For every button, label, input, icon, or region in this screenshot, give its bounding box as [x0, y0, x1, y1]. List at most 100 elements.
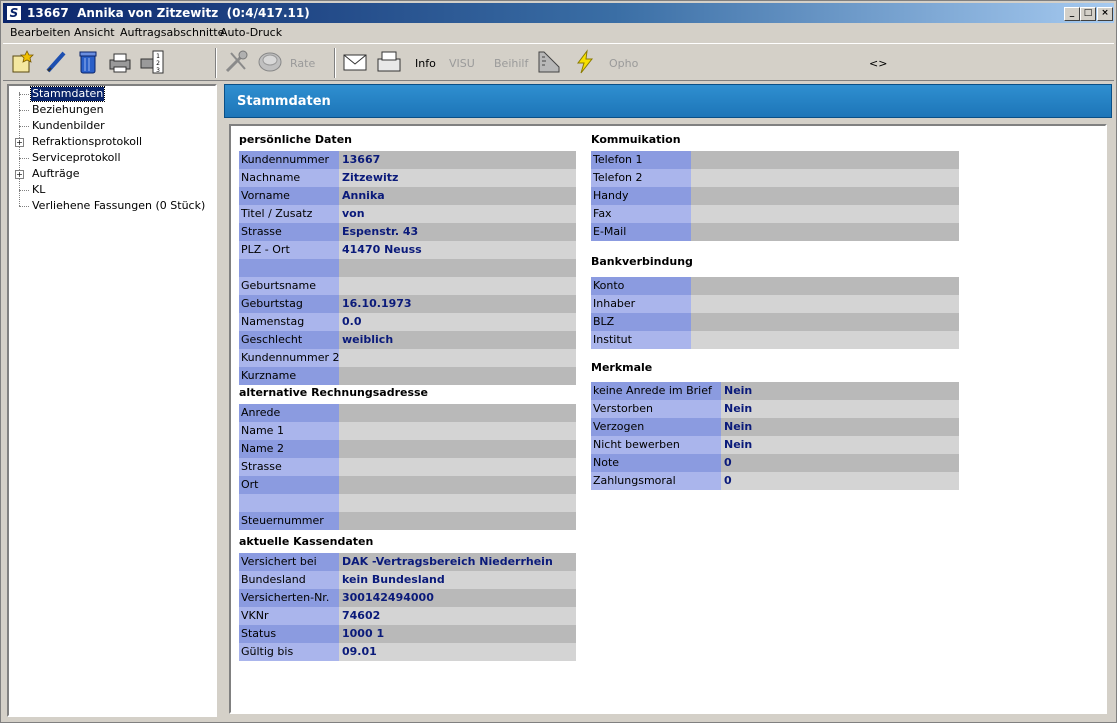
billing-field-value[interactable] [339, 512, 576, 530]
expand-plus-icon[interactable]: + [15, 170, 24, 179]
tree-item-refraktionsprotokoll[interactable]: Refraktionsprotokoll [31, 135, 143, 149]
tree-item-beziehungen[interactable]: Beziehungen [31, 103, 105, 117]
personal-row: PLZ - Ort 41470 Neuss [239, 241, 576, 259]
insurance-field-value[interactable]: 74602 [339, 607, 576, 625]
billing-field-label: Name 1 [239, 422, 339, 440]
billing-field-value[interactable] [339, 422, 576, 440]
fax-icon[interactable] [376, 49, 402, 75]
billing-field-value[interactable] [339, 458, 576, 476]
features-row: Nicht bewerben Nein [591, 436, 959, 454]
communication-field-value[interactable] [691, 223, 959, 241]
tree-item-kundenbilder[interactable]: Kundenbilder [31, 119, 106, 133]
billing-field-value[interactable] [339, 404, 576, 422]
personal-field-value[interactable] [339, 277, 576, 295]
personal-field-value[interactable]: 16.10.1973 [339, 295, 576, 313]
personal-field-label: Kundennummer 2 [239, 349, 339, 367]
nav-arrows-button[interactable]: <> [869, 57, 887, 70]
rate-button[interactable]: Rate [290, 57, 315, 70]
personal-field-value[interactable] [339, 367, 576, 385]
tree-item-stammdaten[interactable]: Stammdaten [29, 86, 106, 102]
features-field-value[interactable]: Nein [721, 400, 959, 418]
personal-field-value[interactable]: 0.0 [339, 313, 576, 331]
features-field-value[interactable]: Nein [721, 418, 959, 436]
insurance-field-value[interactable]: 300142494000 [339, 589, 576, 607]
menu-ansicht[interactable]: Ansicht [74, 26, 115, 39]
rate-coins-icon[interactable] [257, 49, 283, 75]
personal-field-value[interactable] [339, 349, 576, 367]
expand-plus-icon[interactable]: + [15, 138, 24, 147]
tree-item-verliehene-fassungen[interactable]: Verliehene Fassungen (0 Stück) [31, 199, 206, 213]
tree-connector [19, 206, 29, 207]
communication-field-value[interactable] [691, 187, 959, 205]
bank-field-value[interactable] [691, 331, 959, 349]
personal-row: Namenstag 0.0 [239, 313, 576, 331]
new-customer-icon[interactable] [9, 49, 35, 75]
features-field-value[interactable]: Nein [721, 436, 959, 454]
mail-icon[interactable] [342, 49, 368, 75]
personal-row: Geschlecht weiblich [239, 331, 576, 349]
tools-icon[interactable] [223, 49, 249, 75]
visu-button[interactable]: VISU [449, 57, 475, 70]
billing-row [239, 494, 576, 512]
communication-row: E-Mail [591, 223, 959, 241]
measure-gauge-icon[interactable] [536, 49, 562, 75]
bank-field-value[interactable] [691, 295, 959, 313]
print-list-icon[interactable]: 123 [139, 49, 165, 75]
billing-row: Strasse [239, 458, 576, 476]
personal-field-label: Geburtsname [239, 277, 339, 295]
billing-field-label: Steuernummer [239, 512, 339, 530]
opho-button[interactable]: Opho [609, 57, 638, 70]
bank-field-label: BLZ [591, 313, 691, 331]
lightning-icon[interactable] [572, 49, 598, 75]
beihilf-button[interactable]: Beihilf [494, 57, 528, 70]
personal-field-value[interactable]: Annika [339, 187, 576, 205]
personal-row: Geburtsname [239, 277, 576, 295]
personal-row: Titel / Zusatz von [239, 205, 576, 223]
billing-field-value[interactable] [339, 476, 576, 494]
bank-section-title: Bankverbindung [591, 255, 693, 268]
bank-field-value[interactable] [691, 277, 959, 295]
menu-auftragsabschnitte[interactable]: Auftragsabschnitte [120, 26, 224, 39]
trash-bin-icon[interactable] [75, 49, 101, 75]
personal-field-label: Namenstag [239, 313, 339, 331]
info-button[interactable]: Info [415, 57, 436, 70]
edit-pen-icon[interactable] [43, 49, 69, 75]
insurance-field-value[interactable]: 1000 1 [339, 625, 576, 643]
features-field-value[interactable]: 0 [721, 454, 959, 472]
insurance-field-value[interactable]: kein Bundesland [339, 571, 576, 589]
tree-item-auftraege[interactable]: Aufträge [31, 167, 81, 181]
app-icon[interactable]: S [6, 5, 22, 21]
personal-field-value[interactable]: 41470 Neuss [339, 241, 576, 259]
features-field-value[interactable]: Nein [721, 382, 959, 400]
features-section-title: Merkmale [591, 361, 653, 374]
insurance-field-value[interactable]: 09.01 [339, 643, 576, 661]
billing-row: Ort [239, 476, 576, 494]
personal-field-value[interactable]: weiblich [339, 331, 576, 349]
insurance-row: Versichert bei DAK -Vertragsbereich Niede… [239, 553, 576, 571]
personal-field-value[interactable]: 13667 [339, 151, 576, 169]
personal-field-value[interactable] [339, 259, 576, 277]
maximize-button[interactable]: □ [1080, 7, 1096, 21]
personal-section-title: persönliche Daten [239, 133, 352, 146]
print-icon[interactable] [107, 49, 133, 75]
insurance-field-value[interactable]: DAK -Vertragsbereich Niederrhein [339, 553, 576, 571]
insurance-row: Versicherten-Nr. 300142494000 [239, 589, 576, 607]
personal-field-value[interactable]: Zitzewitz [339, 169, 576, 187]
menu-bearbeiten[interactable]: Bearbeiten [10, 26, 70, 39]
insurance-field-label: Bundesland [239, 571, 339, 589]
tree-item-serviceprotokoll[interactable]: Serviceprotokoll [31, 151, 122, 165]
communication-field-value[interactable] [691, 169, 959, 187]
tree-item-kl[interactable]: KL [31, 183, 46, 197]
communication-field-value[interactable] [691, 205, 959, 223]
title-bar[interactable]: S 13667 Annika von Zitzewitz (0:4/417.11… [3, 3, 1114, 23]
personal-field-value[interactable]: Espenstr. 43 [339, 223, 576, 241]
communication-field-value[interactable] [691, 151, 959, 169]
billing-field-value[interactable] [339, 494, 576, 512]
minimize-button[interactable]: _ [1064, 7, 1080, 21]
features-field-value[interactable]: 0 [721, 472, 959, 490]
close-button[interactable]: × [1097, 7, 1113, 21]
bank-field-value[interactable] [691, 313, 959, 331]
menu-auto-druck[interactable]: Auto-Druck [220, 26, 282, 39]
billing-field-value[interactable] [339, 440, 576, 458]
personal-field-value[interactable]: von [339, 205, 576, 223]
